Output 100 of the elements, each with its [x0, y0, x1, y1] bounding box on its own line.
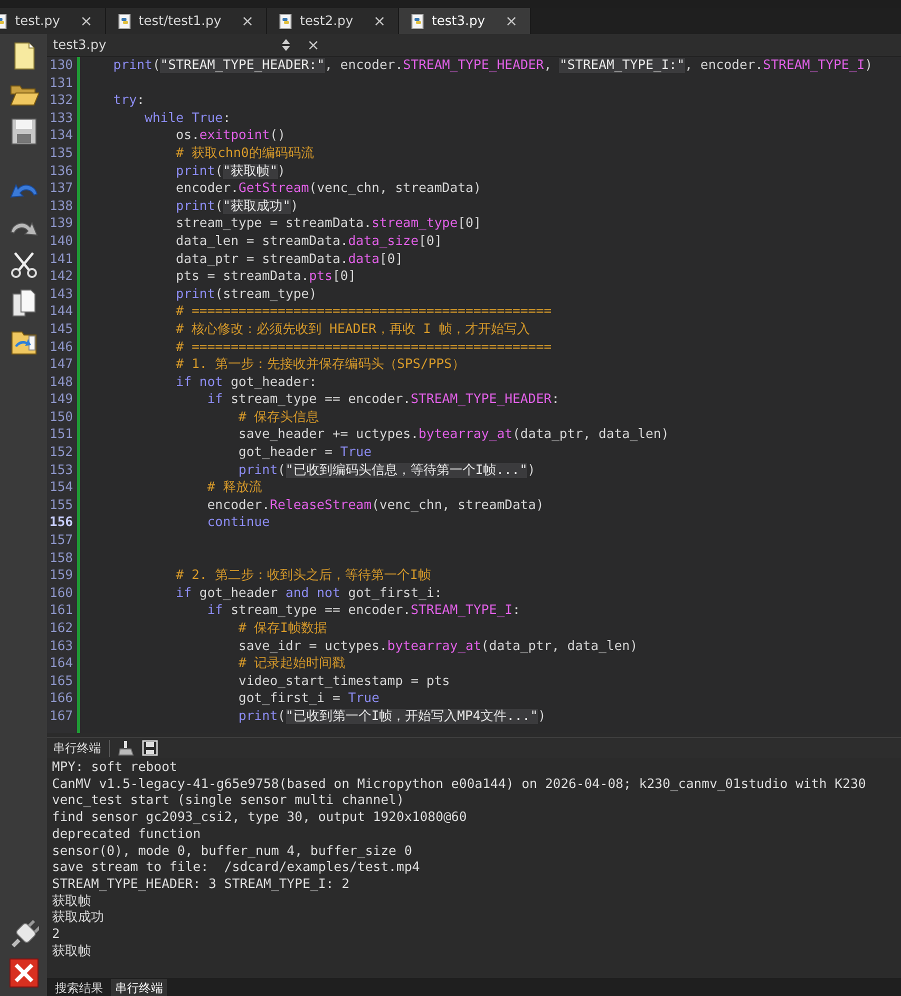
line-number: 165	[48, 672, 74, 690]
line-number: 158	[48, 550, 74, 568]
updown-arrow-icon	[281, 38, 291, 52]
code-line: print(stream_type)	[174, 286, 318, 304]
python-file-icon	[278, 14, 292, 28]
line-number: 163	[48, 638, 74, 656]
line-number: 157	[48, 532, 74, 550]
code-line: if got_header and not got_first_i:	[174, 584, 444, 602]
panel-title: 串行终端	[53, 740, 110, 756]
code-line: # 获取chn0的编码码流	[174, 144, 315, 163]
code-line: save_header += uctypes.bytearray_at(data_ptr, data_len)	[238, 426, 670, 444]
close-tab-button[interactable]: ×	[371, 12, 388, 30]
line-number: 148	[48, 374, 74, 392]
code-line: # 1. 第一步：先接收并保存编码头（SPS/PPS）	[174, 356, 466, 374]
code-line: # 保存头信息	[238, 408, 320, 426]
close-tab-button[interactable]: ×	[78, 12, 95, 30]
file-tab[interactable]: test2.py ×	[266, 8, 399, 34]
file-tab[interactable]: test.py ×	[0, 8, 106, 34]
terminal-line: 2	[52, 927, 61, 944]
code-line: got_header = True	[238, 444, 373, 462]
line-number: 152	[48, 444, 74, 462]
line-number: 133	[48, 110, 74, 128]
code-line: # 释放流	[206, 479, 263, 497]
line-number: 142	[48, 268, 74, 286]
terminal-line: save stream to file: /sdcard/examples/test.mp4	[52, 860, 421, 877]
python-file-icon	[118, 14, 131, 28]
code-line: if stream_type == encoder.STREAM_TYPE_I:	[206, 602, 522, 620]
file-tab[interactable]: test3.py ×	[398, 8, 531, 34]
line-number: 135	[48, 144, 74, 163]
code-line: data_len = streamData.data_size[0]	[174, 232, 444, 251]
terminal-line: deprecated function	[52, 826, 202, 844]
close-file-button[interactable]: ×	[301, 35, 326, 55]
line-number: 164	[48, 655, 74, 673]
line-number: 167	[48, 708, 74, 726]
line-number: 159	[48, 567, 74, 585]
line-number: 155	[48, 496, 74, 514]
code-line: if not got_header:	[174, 374, 318, 392]
code-line: print("STREAM_TYPE_HEADER:", encoder.STREAM_TYPE_HEADER, "STREAM_TYPE_I:", encoder.STREAM_TYPE_I)	[112, 57, 874, 75]
code-line: # 核心修改：必须先收到 HEADER，再收 I 帧，才开始写入	[174, 320, 531, 338]
line-number: 153	[48, 462, 74, 480]
code-line: # ==============================================	[174, 338, 553, 356]
terminal-line: MPY: soft reboot	[52, 760, 178, 777]
line-number: 147	[48, 356, 74, 374]
code-line: data_ptr = streamData.data[0]	[174, 250, 404, 268]
code-line: # 记录起始时间戳	[238, 655, 346, 673]
code-line: # 2. 第二步：收到头之后，等待第一个I帧	[174, 567, 432, 585]
line-number: 161	[48, 602, 74, 620]
stop-icon[interactable]	[8, 958, 38, 988]
line-number: 131	[48, 74, 74, 92]
line-number: 134	[48, 127, 74, 145]
file-tab[interactable]: test/test1.py ×	[106, 8, 267, 34]
code-line: # ==============================================	[174, 303, 553, 321]
panel-tab[interactable]: 串行终端	[111, 979, 167, 996]
line-number: 138	[48, 198, 74, 216]
code-line: continue	[206, 514, 271, 532]
line-number: 166	[48, 690, 74, 708]
code-line: stream_type = streamData.stream_type[0]	[174, 215, 482, 233]
terminal-line: sensor(0), mode 0, buffer_num 4, buffer_size 0	[52, 844, 414, 860]
line-number: 156	[48, 514, 74, 532]
python-file-icon	[410, 14, 424, 28]
code-line: while True:	[144, 110, 232, 128]
line-number: 132	[48, 92, 74, 110]
line-number: 154	[48, 479, 74, 497]
code-line: video_start_timestamp = pts	[238, 672, 451, 690]
terminal-line: STREAM_TYPE_HEADER: 3 STREAM_TYPE_I: 2	[52, 876, 350, 894]
code-line: # 保存I帧数据	[238, 620, 328, 638]
terminal-line: find sensor gc2093_csi2, type 30, output 1920x1080@60	[52, 810, 468, 827]
line-number: 130	[48, 57, 74, 75]
code-line: save_idr = uctypes.bytearray_at(data_ptr, data_len)	[238, 638, 639, 656]
code-line: os.exitpoint()	[174, 127, 287, 145]
line-number: 144	[48, 303, 74, 321]
code-line: encoder.ReleaseStream(venc_chn, streamData)	[206, 496, 545, 514]
line-number: 139	[48, 215, 74, 233]
terminal-line: venc_test start (single sensor multi channel)	[52, 793, 406, 810]
code-line: print("获取成功")	[174, 198, 300, 216]
code-line: got_first_i = True	[238, 690, 380, 708]
terminal-line: CanMV v1.5-legacy-41-g65e9758(based on Micropython e00a144) on 2026-04-08; k230_canmv_01studio with K230	[52, 776, 867, 794]
line-number: 140	[48, 232, 74, 251]
code-line: print("获取帧")	[174, 162, 286, 180]
terminal-line: 获取帧	[52, 944, 92, 960]
line-number: 137	[48, 180, 74, 198]
code-line: if stream_type == encoder.STREAM_TYPE_HEADER:	[206, 391, 560, 409]
code-line: try:	[112, 92, 146, 110]
close-tab-button[interactable]: ×	[503, 12, 520, 30]
terminal-line: 获取帧	[52, 894, 92, 910]
line-number: 136	[48, 162, 74, 180]
file-selector[interactable]: test3.py	[47, 38, 291, 52]
line-number: 141	[48, 250, 74, 268]
line-number: 149	[48, 391, 74, 409]
line-number: 160	[48, 584, 74, 602]
close-tab-button[interactable]: ×	[239, 12, 256, 30]
line-number: 162	[48, 620, 74, 638]
save-icon[interactable]	[142, 740, 158, 756]
terminal-line: 获取成功	[52, 910, 105, 928]
panel-tab[interactable]: 搜索结果	[51, 979, 107, 996]
broom-icon[interactable]	[118, 740, 134, 756]
code-line: pts = streamData.pts[0]	[174, 268, 357, 286]
line-number: 143	[48, 286, 74, 304]
line-number: 145	[48, 320, 74, 338]
code-line: encoder.GetStream(venc_chn, streamData)	[174, 180, 482, 198]
